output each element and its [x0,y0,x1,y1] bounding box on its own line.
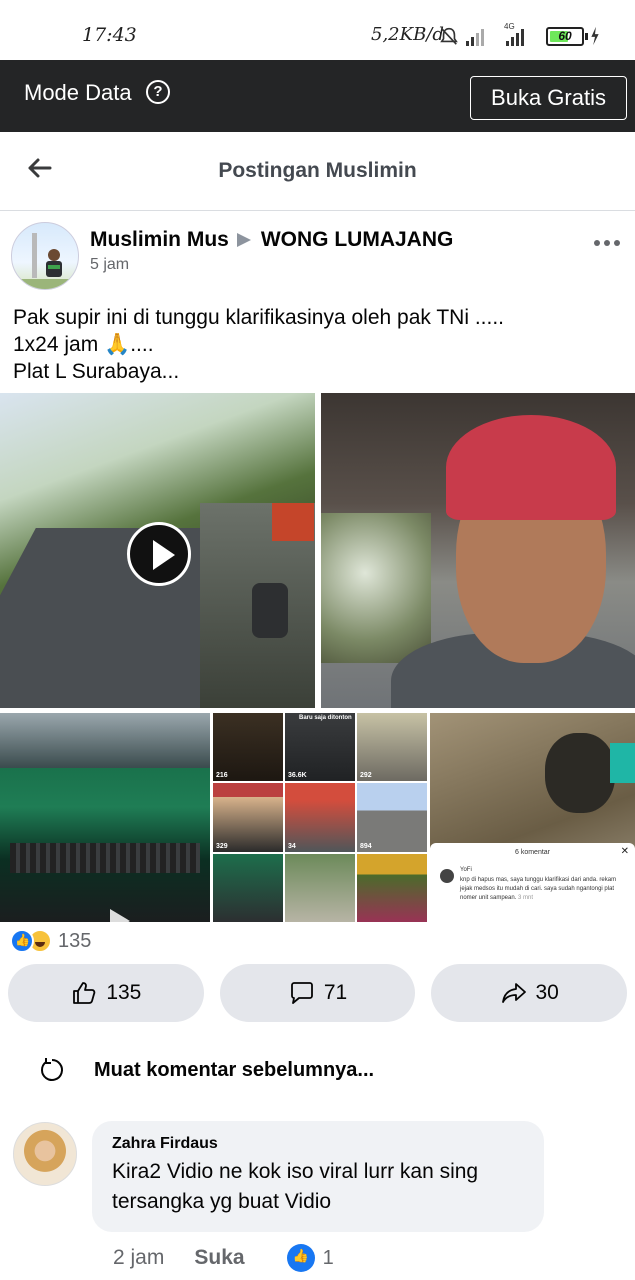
shared-to-arrow-icon [236,232,251,247]
media-tiktok-grid[interactable]: 216 Baru saja ditonton 36.6K 292 329 34 8… [213,713,427,922]
refresh-icon [41,1058,63,1081]
share-count: 30 [535,981,559,1004]
author-name[interactable]: Muslimin Mus [90,228,229,251]
commenter-name: YoFi [460,867,472,873]
battery-icon: 60 [546,27,588,46]
like-reaction-icon[interactable] [286,1244,315,1272]
commenter-time: 3 mnt [518,895,534,901]
post-text-line: Plat L Surabaya... [13,360,180,383]
avatar-photo [12,233,78,289]
comment-sheet-header: 6 komentar [514,849,551,856]
post-author-line: Muslimin Mus WONG LUMAJANG [90,228,453,252]
media-comment-screenshot[interactable]: 6 komentar ✕ YoFi knp di hapus mas, saya… [430,713,635,922]
grid-thumb: 894 [357,783,427,852]
grid-view-count: 36.6K [288,772,307,780]
grid-thumb: 329 [213,783,283,852]
media-video-truck[interactable] [0,713,210,922]
signal-4g-icon: 4G [504,22,524,46]
comment-author[interactable]: Zahra Firdaus [112,1135,524,1153]
like-button[interactable]: 135 [8,964,204,1022]
page-title: Postingan Muslimin [218,159,417,182]
grid-view-count: 329 [216,842,228,850]
grid-thumb: 34 [285,783,355,852]
grid-top-label: Baru saja ditonton [299,715,352,721]
commenter-avatar[interactable] [13,1122,77,1186]
grid-view-count: 292 [360,772,372,780]
post-actions: 135 71 30 [8,964,628,1022]
more-options-icon[interactable] [594,236,622,250]
commenter-text-body: knp di hapus mas, saya tunggu klarifikas… [460,877,617,901]
comment-icon [290,982,313,1004]
network-speed: 5,2KB/d [371,24,444,45]
grid-view-count: 216 [216,772,228,780]
page-header: Postingan Muslimin [0,132,635,211]
comment-reaction-count: 1 [322,1246,334,1269]
help-icon[interactable]: ? [146,80,170,104]
charging-icon [591,26,599,46]
signal-icon [466,26,484,46]
post-text-line: Pak supir ini di tunggu klarifikasinya o… [13,306,505,329]
grid-thumb: 292 [357,713,427,782]
share-icon [501,983,526,1003]
comment-text: Kira2 Vidio ne kok iso viral lurr kan si… [112,1160,479,1213]
load-previous-comments-label: Muat komentar sebelumnya... [94,1058,375,1081]
grid-thumb [357,853,427,922]
share-button[interactable]: 30 [431,964,628,1022]
grid-view-count: 894 [360,842,372,850]
grid-thumb [213,853,283,922]
commenter-avatar [440,869,454,883]
thumbs-up-icon [73,982,96,1004]
reactions-summary[interactable]: 135 [10,927,91,955]
comment-bubble[interactable]: Zahra Firdaus Kira2 Vidio ne kok iso vir… [92,1121,544,1232]
post-text-line: 1x24 jam 🙏.... [13,333,154,356]
media-photo-man-cap[interactable] [321,393,635,708]
post-time[interactable]: 5 jam [90,256,129,274]
comment-meta: 2 jam Suka 1 [113,1240,334,1276]
grid-view-count: 34 [288,842,296,850]
mute-bell-icon [440,27,458,45]
network-type-label: 4G [504,22,515,31]
play-icon[interactable] [110,909,130,922]
grid-thumb: 216 [213,713,283,782]
author-avatar[interactable] [11,222,79,290]
close-icon: ✕ [620,846,629,857]
like-reaction-icon [10,929,34,953]
open-free-button[interactable]: Buka Gratis [470,76,627,120]
data-mode-bar: Mode Data ? Buka Gratis [0,60,635,132]
comment-count: 71 [323,981,348,1004]
load-previous-comments[interactable]: Muat komentar sebelumnya... [38,1055,374,1085]
comment-button[interactable]: 71 [219,964,416,1022]
comment-like-button[interactable]: Suka [194,1246,244,1270]
status-bar: 17:43 5,2KB/d 4G 60 [0,0,635,60]
comment-time[interactable]: 2 jam [113,1246,164,1270]
comment-sheet: 6 komentar ✕ YoFi knp di hapus mas, saya… [430,843,635,922]
commenter-text: knp di hapus mas, saya tunggu klarifikas… [460,876,620,903]
like-count: 135 [106,981,142,1004]
battery-level: 60 [558,29,572,43]
status-time: 17:43 [82,24,137,46]
data-mode-title: Mode Data [24,80,132,105]
grid-thumb [285,853,355,922]
grid-thumb: Baru saja ditonton 36.6K [285,713,355,782]
play-icon[interactable] [127,522,191,586]
post-text: Pak supir ini di tunggu klarifikasinya o… [13,304,623,385]
reaction-count: 135 [58,929,92,952]
group-name[interactable]: WONG LUMAJANG [261,228,454,251]
